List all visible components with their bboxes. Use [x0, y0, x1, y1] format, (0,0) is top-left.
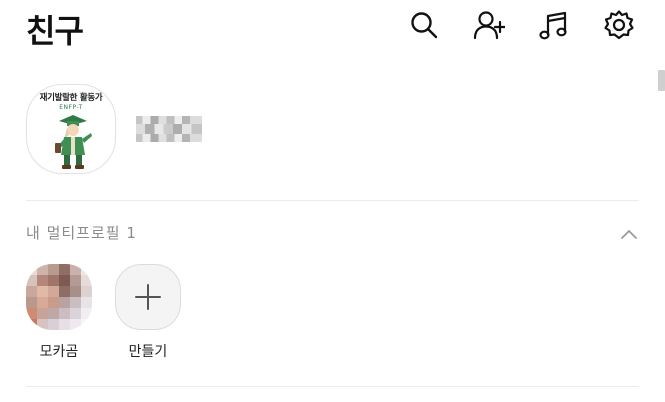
avatar-mbti-label: ENFP-T	[59, 104, 83, 111]
divider	[26, 200, 639, 201]
character-illustration	[55, 115, 92, 169]
multi-profile-avatar	[26, 264, 92, 330]
profile-name-redacted[interactable]	[136, 116, 202, 142]
add-friend-icon[interactable]	[473, 9, 505, 41]
create-multi-profile-button[interactable]: 만들기	[115, 264, 181, 361]
scrollbar[interactable]	[658, 70, 665, 91]
plus-icon	[135, 284, 161, 310]
page-title: 친구	[26, 12, 84, 50]
my-profile-avatar[interactable]: 재기발랄한 활동가 ENFP-T	[26, 84, 116, 174]
avatar-caption: 재기발랄한 활동가	[39, 93, 103, 103]
search-icon[interactable]	[408, 9, 440, 41]
create-label: 만들기	[128, 344, 168, 360]
multi-profile-label: 모카곰	[39, 344, 79, 360]
music-icon[interactable]	[538, 9, 570, 41]
multi-profile-item[interactable]: 모카곰	[26, 264, 92, 361]
chevron-up-icon[interactable]	[620, 226, 638, 240]
settings-icon[interactable]	[603, 9, 635, 41]
multi-profile-header: 내 멀티프로필 1	[26, 224, 137, 242]
divider	[26, 386, 639, 387]
add-profile-tile	[115, 264, 181, 330]
